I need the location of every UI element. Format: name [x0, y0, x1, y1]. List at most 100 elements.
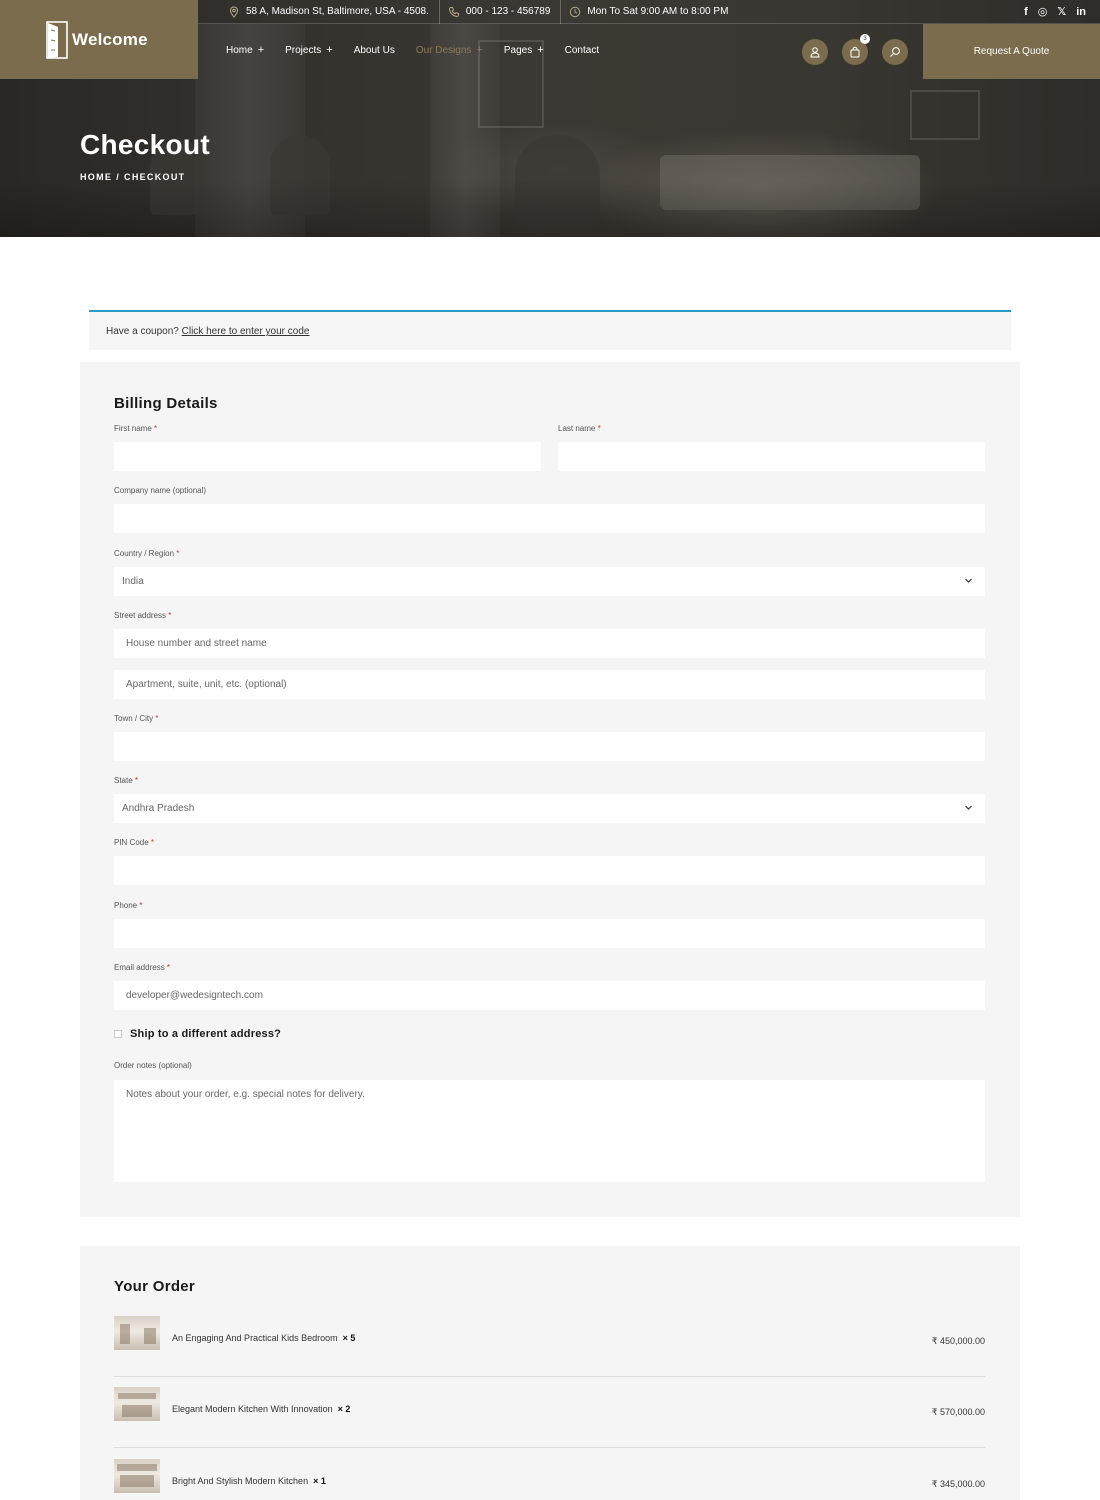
product-thumbnail[interactable] [114, 1316, 160, 1350]
nav-item-label: About Us [353, 44, 395, 56]
pin-code-field[interactable] [114, 856, 985, 885]
top-info-bar: 58 A, Madison St, Baltimore, USA - 4508.… [198, 0, 1100, 24]
order-item-name: Elegant Modern Kitchen With Innovation × … [172, 1404, 350, 1414]
order-item: Bright And Stylish Modern Kitchen × 1 ₹ 3… [114, 1459, 985, 1500]
coupon-toggle-link[interactable]: Click here to enter your code [182, 326, 310, 337]
clock-icon [570, 6, 581, 17]
search-button[interactable] [882, 39, 908, 65]
first-name-field[interactable] [114, 442, 541, 471]
phone-text: 000 - 123 - 456789 [465, 6, 551, 17]
order-item-price: ₹ 345,000.00 [931, 1479, 985, 1489]
request-quote-button[interactable]: Request A Quote [923, 24, 1100, 79]
facebook-icon[interactable]: f [1024, 6, 1028, 18]
label-text: Order notes (optional) [114, 1061, 192, 1070]
nav-item-about-us[interactable]: About Us [354, 44, 395, 56]
state-select[interactable]: Andhra Pradesh [114, 794, 985, 823]
nav-item-projects[interactable]: Projects + [285, 44, 333, 56]
order-notes-label: Order notes (optional) [114, 1061, 192, 1070]
nav-item-home[interactable]: Home + [226, 44, 264, 56]
required-mark: * [166, 963, 171, 972]
social-links: f ◎ 𝕏 in [1024, 5, 1100, 19]
instagram-icon[interactable]: ◎ [1038, 5, 1048, 18]
chevron-down-icon [965, 805, 972, 810]
email-field[interactable]: developer@wedesigntech.com [114, 981, 985, 1010]
required-mark: * [150, 838, 155, 847]
hero-wall-frame [910, 90, 980, 140]
country-select-value: India [122, 576, 144, 587]
nav-item-label: Our Designs [415, 44, 472, 56]
company-label: Company name (optional) [114, 486, 206, 495]
required-mark: * [168, 611, 172, 620]
item-quantity: × 2 [337, 1404, 351, 1414]
nav-item-contact[interactable]: Contact [565, 44, 599, 56]
email-label: Email address * [114, 963, 170, 972]
phone-info[interactable]: 000 - 123 - 456789 [438, 0, 561, 24]
logo-text: Welcome [72, 29, 148, 49]
order-item-price: ₹ 450,000.00 [931, 1336, 985, 1346]
address-text: 58 A, Madison St, Baltimore, USA - 4508. [246, 6, 429, 17]
row-divider [114, 1376, 985, 1377]
plus-icon: + [326, 44, 333, 56]
label-text: PIN Code [114, 838, 149, 847]
phone-label: Phone * [114, 901, 143, 910]
order-item: Elegant Modern Kitchen With Innovation × … [114, 1387, 985, 1448]
breadcrumb-home-link[interactable]: HOME [80, 172, 112, 182]
street-address-label: Street address * [114, 611, 171, 620]
plus-icon: + [257, 44, 265, 56]
required-mark: * [597, 424, 601, 433]
nav-item-label: Home [226, 44, 253, 56]
order-notes-textarea[interactable]: Notes about your order, e.g. special not… [114, 1080, 985, 1182]
label-text: Email address [114, 963, 165, 972]
street-address-line1[interactable]: House number and street name [114, 629, 985, 658]
state-label: State * [114, 776, 138, 785]
hours-text: Mon To Sat 9:00 AM to 8:00 PM [587, 6, 729, 17]
hours-info: Mon To Sat 9:00 AM to 8:00 PM [560, 0, 738, 24]
last-name-field[interactable] [558, 442, 985, 471]
x-twitter-icon[interactable]: 𝕏 [1057, 5, 1066, 18]
chevron-down-icon [965, 578, 972, 583]
item-quantity: × 5 [342, 1333, 356, 1343]
main-nav: Home + Projects + About Us Our Designs +… [226, 44, 620, 56]
order-item-price: ₹ 570,000.00 [931, 1407, 985, 1417]
site-logo[interactable]: Welcome [0, 0, 198, 79]
required-mark: * [139, 901, 143, 910]
label-text: Town / City [114, 714, 154, 723]
coupon-notice: Have a coupon? Click here to enter your … [89, 310, 1011, 350]
order-heading: Your Order [114, 1278, 196, 1295]
ship-different-toggle[interactable]: Ship to a different address? [114, 1028, 281, 1040]
product-thumbnail[interactable] [114, 1387, 160, 1421]
city-field[interactable] [114, 732, 985, 761]
label-text: Country / Region [114, 549, 175, 558]
required-mark: * [154, 424, 158, 433]
account-button[interactable] [802, 39, 828, 65]
country-select[interactable]: India [114, 567, 985, 596]
ship-different-label[interactable]: Ship to a different address? [130, 1028, 281, 1040]
item-name-text: Bright And Stylish Modern Kitchen [172, 1476, 309, 1486]
plus-icon: + [537, 44, 544, 56]
breadcrumb-separator: / [116, 172, 121, 182]
nav-item-pages[interactable]: Pages + [504, 44, 544, 56]
search-icon [890, 47, 900, 57]
label-text: Phone [114, 901, 138, 910]
product-thumbnail[interactable] [114, 1459, 160, 1493]
page-title: Checkout [80, 129, 210, 160]
order-item-name: An Engaging And Practical Kids Bedroom × … [172, 1333, 355, 1343]
ship-different-checkbox[interactable] [114, 1030, 122, 1038]
door-logo-icon [46, 20, 68, 59]
hero-floor-shadow [0, 180, 1100, 237]
label-text: Street address [114, 611, 167, 620]
billing-heading: Billing Details [114, 395, 218, 412]
required-mark: * [155, 714, 159, 723]
phone-field[interactable] [114, 919, 985, 948]
linkedin-icon[interactable]: in [1076, 6, 1086, 18]
company-field[interactable] [114, 504, 985, 533]
breadcrumb-current: CHECKOUT [124, 172, 186, 182]
label-text: Company name (optional) [114, 486, 207, 495]
address-info: 58 A, Madison St, Baltimore, USA - 4508. [198, 0, 439, 24]
label-text: Last name [558, 424, 596, 433]
phone-icon [448, 6, 459, 17]
last-name-label: Last name * [558, 424, 601, 433]
nav-item-our-designs[interactable]: Our Designs + [416, 44, 483, 56]
street-address-line2[interactable]: Apartment, suite, unit, etc. (optional) [114, 670, 985, 699]
item-name-text: Elegant Modern Kitchen With Innovation [172, 1404, 333, 1414]
